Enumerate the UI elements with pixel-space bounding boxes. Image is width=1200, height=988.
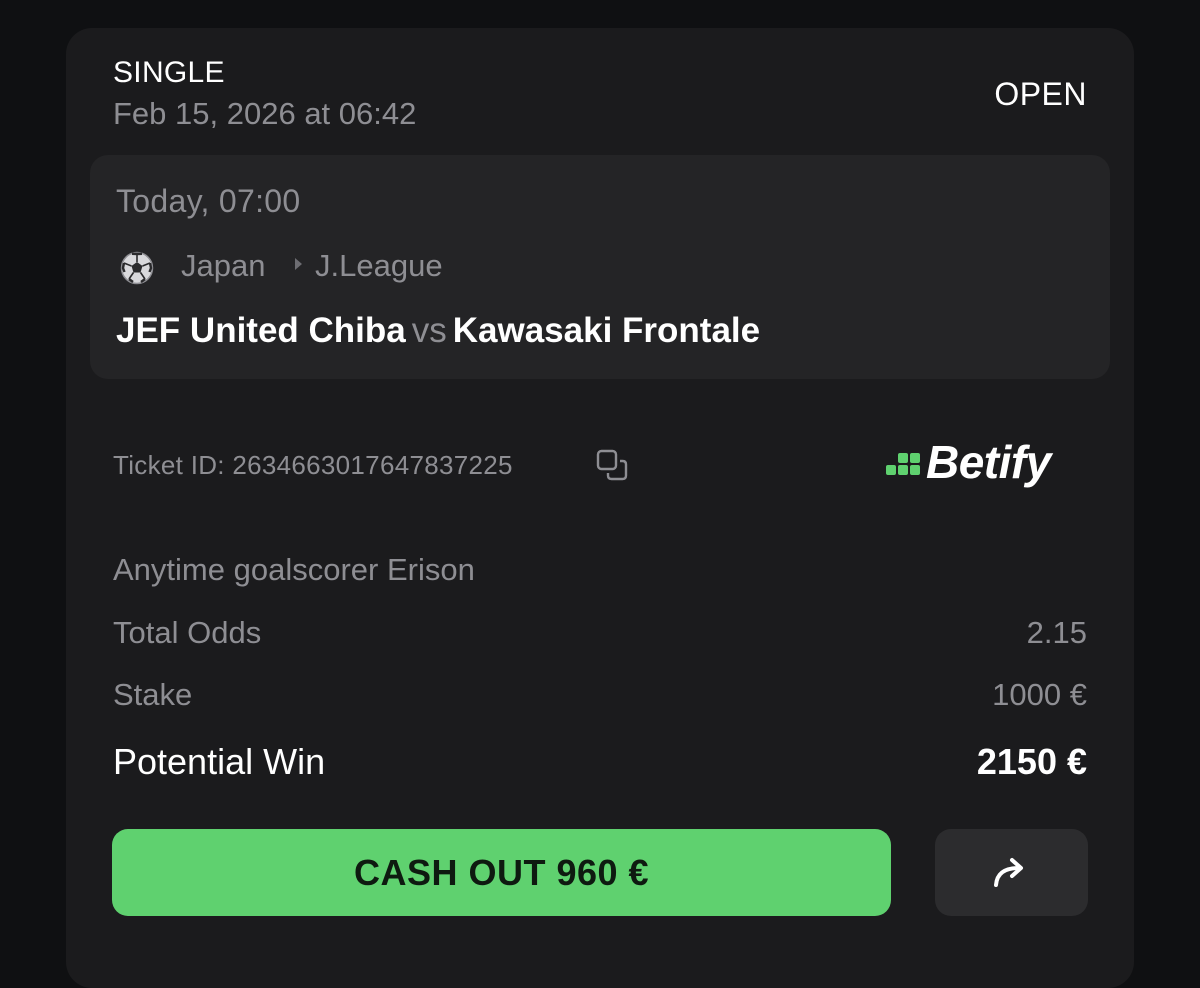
potential-win-label: Potential Win: [113, 741, 326, 782]
bet-slip-card: SINGLE Feb 15, 2026 at 06:42 OPEN Today,…: [66, 28, 1134, 988]
breadcrumb-country: Japan: [181, 248, 266, 283]
placed-timestamp: Feb 15, 2026 at 06:42: [113, 96, 417, 131]
event-panel: Today, 07:00 Japan J.League JEF United C…: [90, 155, 1110, 379]
copy-icon[interactable]: [595, 448, 629, 482]
stake-value: 1000 €: [992, 677, 1087, 712]
brand-name: Betify: [926, 436, 1051, 488]
total-odds-label: Total Odds: [113, 615, 262, 650]
breadcrumb-league: J.League: [315, 248, 443, 283]
soccer-ball-icon: [120, 251, 154, 285]
ticket-id: Ticket ID: 2634663017647837225: [113, 450, 513, 480]
total-odds-value: 2.15: [1026, 615, 1087, 650]
potential-win-value: 2150 €: [976, 741, 1087, 782]
brand-mark-icon: [886, 453, 920, 475]
brand-logo: Betify: [884, 436, 1051, 488]
kickoff-time: Today, 07:00: [116, 183, 301, 219]
status-badge: OPEN: [994, 76, 1087, 112]
match-title: JEF United Chiba vs Kawasaki Frontale: [116, 311, 760, 351]
away-team: Kawasaki Frontale: [452, 311, 761, 350]
cash-out-button[interactable]: CASH OUT 960 €: [112, 829, 891, 916]
share-arrow-icon: [993, 857, 1023, 887]
versus-label: vs: [411, 311, 447, 350]
selection-market: Anytime goalscorer Erison: [113, 552, 475, 587]
breadcrumb-chevron-icon: [295, 258, 302, 270]
bet-type: SINGLE: [113, 56, 225, 89]
stake-label: Stake: [113, 677, 193, 712]
home-team: JEF United Chiba: [116, 311, 406, 350]
share-button[interactable]: [935, 829, 1088, 916]
